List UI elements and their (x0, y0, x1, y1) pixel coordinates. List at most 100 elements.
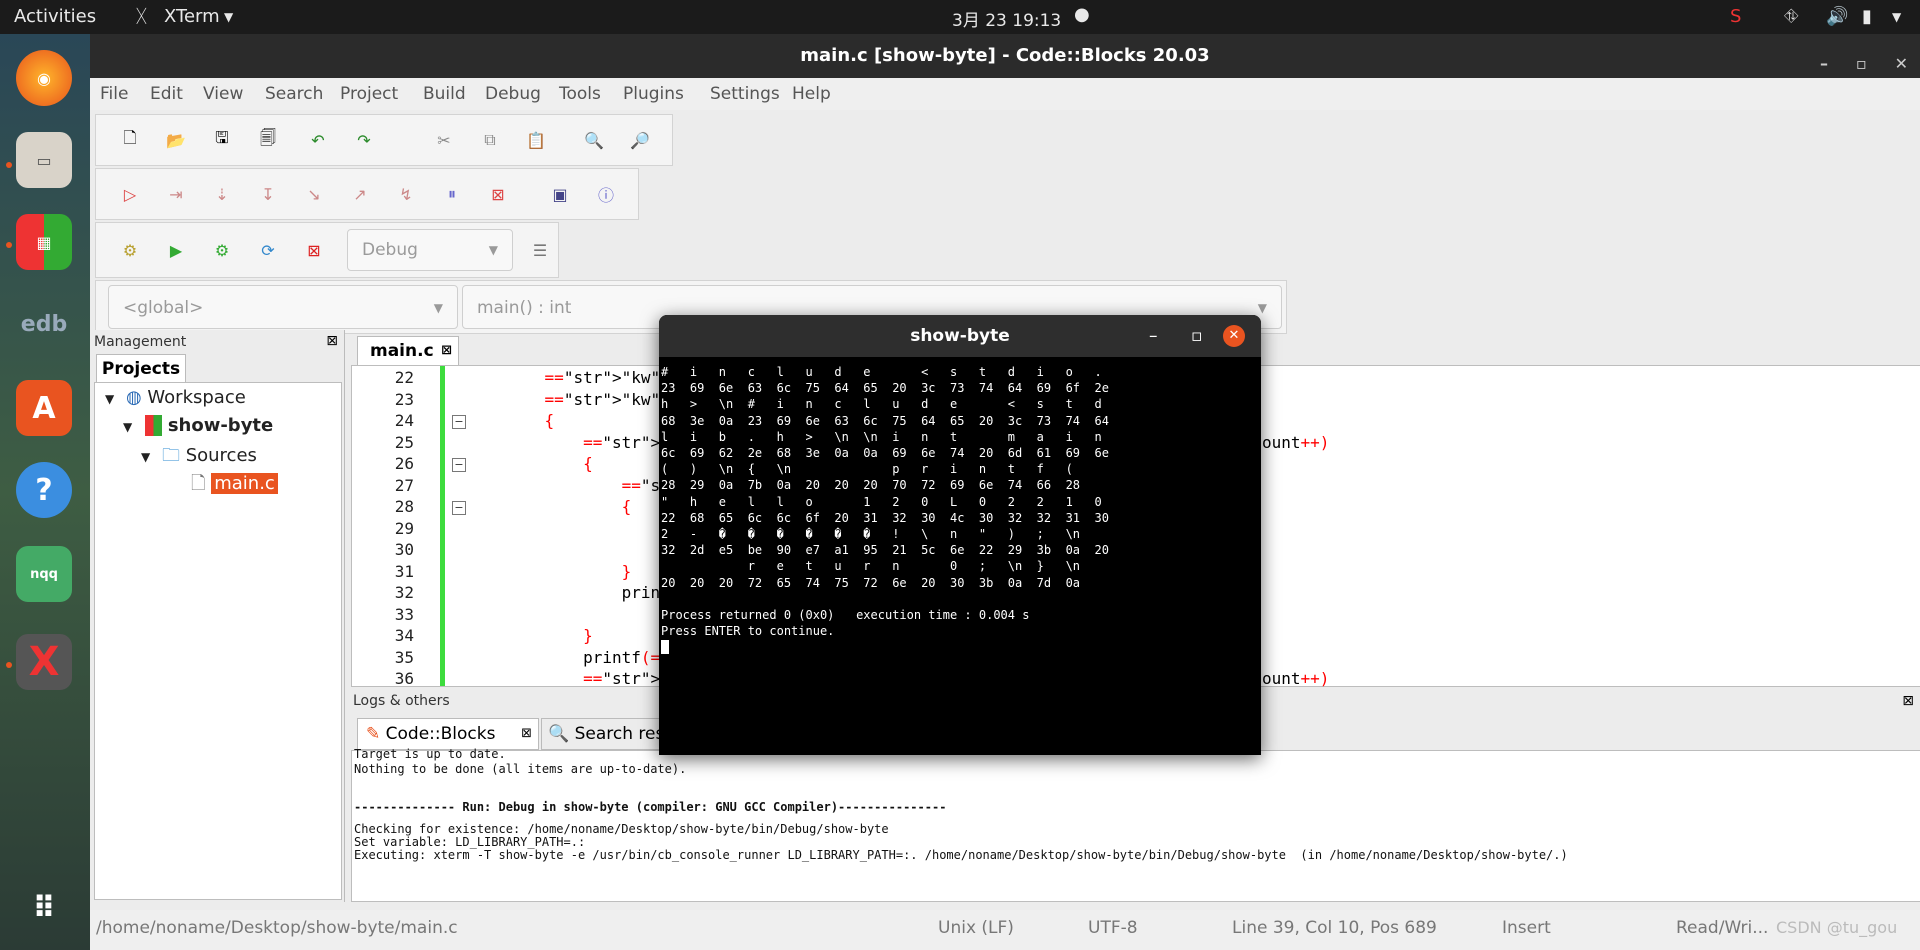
workspace-node[interactable]: ▼ ◍ Workspace (105, 387, 246, 408)
menu-file[interactable]: File (100, 84, 128, 104)
open-icon[interactable]: 📂 (164, 128, 188, 152)
build-and-run-icon[interactable]: ⚙ (210, 238, 234, 262)
app-menu-button[interactable]: XTerm (164, 6, 220, 27)
code-line: { (544, 411, 555, 430)
save-icon[interactable]: 🖫 (210, 128, 234, 152)
show-apps-icon[interactable]: ⠿ (16, 880, 72, 936)
menu-build[interactable]: Build (423, 84, 466, 104)
project-label: show-byte (167, 415, 274, 436)
fold-marker-icon[interactable]: − (452, 501, 466, 515)
build-log[interactable]: Target is up to date. Nothing to be done… (351, 747, 1920, 902)
new-file-icon[interactable]: 🗋 (118, 128, 142, 152)
fold-marker-icon[interactable]: − (452, 458, 466, 472)
next-instruction-icon[interactable]: ↧ (256, 182, 280, 206)
notepadqq-icon[interactable]: nqq (16, 546, 72, 602)
build-target-select[interactable]: Debug ▼ (347, 229, 513, 271)
volume-icon[interactable]: 🔊 (1826, 6, 1848, 27)
copy-icon[interactable]: ⧉ (478, 128, 502, 152)
project-node[interactable]: ▼ ■ show-byte (123, 415, 273, 436)
save-all-icon[interactable]: 🗐 (256, 128, 280, 152)
paste-icon[interactable]: 📋 (524, 128, 548, 152)
files-icon[interactable]: ▭ (16, 132, 72, 188)
fold-marker-icon[interactable]: − (452, 415, 466, 429)
debug-windows-icon[interactable]: ▣ (548, 182, 572, 206)
line-number: 31 (394, 561, 414, 581)
redo-icon[interactable]: ↷ (352, 128, 376, 152)
clock[interactable]: 3月 23 19:13 (952, 6, 1061, 31)
xterm-window[interactable]: show-byte – ▫ ✕ # i n c l u d e < s t d … (659, 315, 1261, 755)
close-icon[interactable]: ✕ (1895, 54, 1908, 73)
find-icon[interactable]: 🔍 (582, 128, 606, 152)
menu-tools[interactable]: Tools (559, 84, 601, 104)
xterm-icon[interactable]: X (16, 634, 72, 690)
debug-continue-icon[interactable]: ▷ (118, 182, 142, 206)
build-icon[interactable]: ⚙ (118, 238, 142, 262)
minimize-icon[interactable]: – (1149, 315, 1158, 357)
menu-view[interactable]: View (203, 84, 243, 104)
menu-debug[interactable]: Debug (485, 84, 541, 104)
line-number: 25 (394, 432, 414, 452)
run-icon[interactable]: ▶ (164, 238, 188, 262)
run-to-cursor-icon[interactable]: ⇥ (164, 182, 188, 206)
undo-icon[interactable]: ↶ (306, 128, 330, 152)
tab-search-results[interactable]: 🔍 Search res (541, 718, 663, 750)
step-out-icon[interactable]: ↗ (348, 182, 372, 206)
close-icon[interactable]: ⊠ (326, 333, 338, 349)
help-icon[interactable]: ? (16, 462, 72, 518)
step-into-icon[interactable]: ↘ (302, 182, 326, 206)
replace-icon[interactable]: 🔎 (628, 128, 652, 152)
menu-project[interactable]: Project (340, 84, 398, 104)
menu-plugins[interactable]: Plugins (623, 84, 684, 104)
close-icon[interactable]: ⊠ (1902, 693, 1914, 709)
edb-icon[interactable]: edb (16, 296, 72, 352)
chevron-down-icon: ▼ (123, 420, 133, 434)
running-indicator (6, 662, 12, 668)
close-icon[interactable]: ✕ (1223, 325, 1245, 347)
battery-icon[interactable]: ▮ (1862, 6, 1872, 27)
codeblocks-icon[interactable]: ▦ (16, 214, 72, 270)
next-line-icon[interactable]: ⇣ (210, 182, 234, 206)
pause-icon[interactable]: ⏸ (440, 182, 464, 206)
cut-icon[interactable]: ✂ (432, 128, 456, 152)
tab-projects[interactable]: Projects (96, 354, 186, 383)
menu-settings[interactable]: Settings (710, 84, 780, 104)
code-line: } (621, 561, 632, 581)
network-icon[interactable]: ⛗ (1784, 6, 1798, 27)
code-line-tail: ount++) (1262, 432, 1330, 452)
tab-main-c[interactable]: main.c ⊠ (357, 336, 459, 365)
abort-icon[interactable]: ⊠ (302, 238, 326, 262)
line-number: 30 (394, 540, 414, 559)
top-bar: Activities ᚷ XTerm ▼ 3月 23 19:13 ● S ⛗ 🔊… (0, 0, 1920, 34)
terminal-line: 32 2d e5 be 90 e7 a1 95 21 5c 6e 22 29 3… (661, 543, 1109, 558)
firefox-icon[interactable]: ◉ (16, 50, 72, 106)
rebuild-icon[interactable]: ⟳ (256, 238, 280, 262)
minimize-icon[interactable]: – (1820, 54, 1828, 73)
activities-button[interactable]: Activities (14, 6, 96, 27)
scope-select[interactable]: <global> ▼ (108, 285, 458, 329)
maximize-icon[interactable]: ▫ (1856, 54, 1867, 73)
log-line: Checking for existence: /home/noname/Des… (354, 822, 889, 836)
maximize-icon[interactable]: ▫ (1191, 315, 1203, 357)
build-target-value: Debug (362, 240, 418, 260)
xterm-titlebar[interactable]: show-byte – ▫ ✕ (659, 315, 1261, 357)
stop-debug-icon[interactable]: ⊠ (486, 182, 510, 206)
function-value: main() : int (477, 298, 572, 318)
menu-edit[interactable]: Edit (150, 84, 183, 104)
show-select-target-icon[interactable]: ☰ (528, 238, 552, 262)
sources-node[interactable]: ▼ 🗀 Sources (141, 443, 257, 473)
terminal-line: # i n c l u d e < s t d i o . (661, 365, 1102, 379)
window-titlebar[interactable]: main.c [show-byte] - Code::Blocks 20.03 … (90, 34, 1920, 78)
close-icon[interactable]: ⊠ (441, 337, 452, 365)
menu-help[interactable]: Help (792, 84, 831, 104)
tab-codeblocks-log[interactable]: ✎ Code::Blocks ⊠ (357, 718, 539, 750)
file-icon: 🗋 (191, 473, 206, 494)
software-center-icon[interactable]: A (16, 380, 72, 436)
system-menu-icon[interactable]: ▼ (1892, 10, 1901, 24)
menu-search[interactable]: Search (265, 84, 323, 104)
step-into-instruction-icon[interactable]: ↯ (394, 182, 418, 206)
info-icon[interactable]: ⓘ (594, 182, 618, 206)
file-node[interactable]: 🗋 main.c (191, 471, 278, 501)
input-method-icon[interactable]: S (1730, 6, 1741, 27)
logs-title: Logs & others (353, 693, 450, 709)
close-icon[interactable]: ⊠ (521, 719, 532, 749)
